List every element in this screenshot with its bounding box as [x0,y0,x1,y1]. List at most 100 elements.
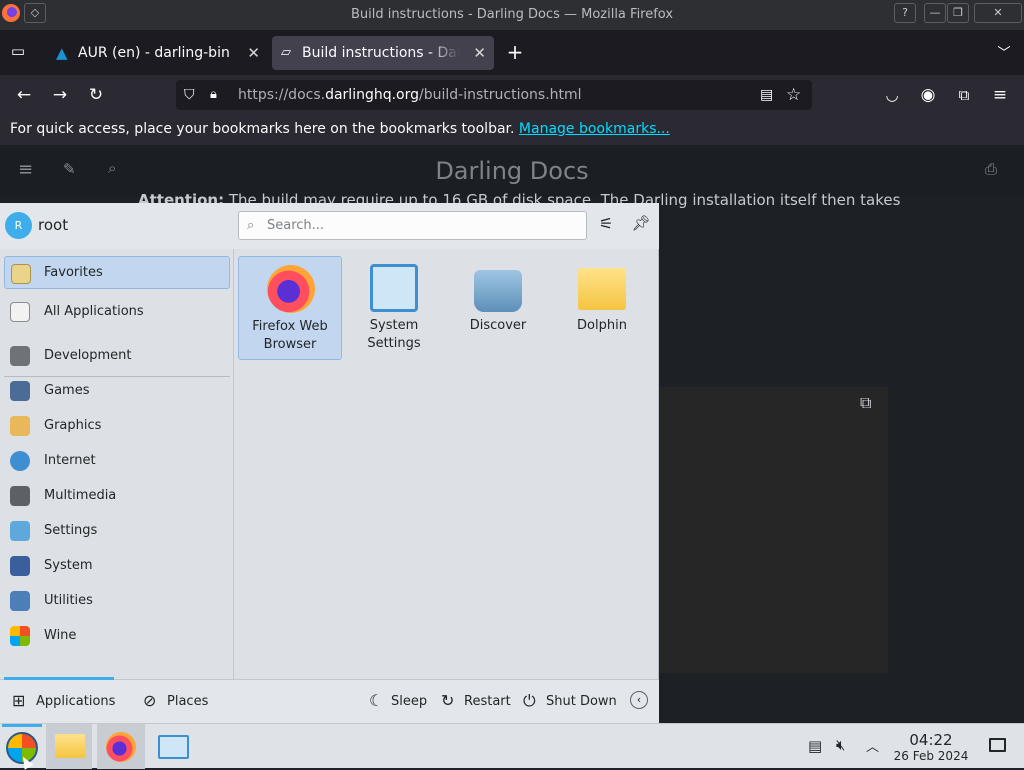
games-icon [10,381,30,401]
close-window-button[interactable]: ✕ [974,3,1022,23]
app-label: Dolphin [577,318,627,333]
extensions-icon[interactable]: ⧉ [953,85,975,105]
url-bar[interactable]: ⛉ 🔒︎ https://docs.darlinghq.org/build-in… [176,80,812,110]
discover-bag-icon [474,270,522,312]
category-utilities[interactable]: Utilities [4,584,230,617]
restore-button[interactable]: ❐ [947,3,969,23]
category-label: Favorites [44,265,103,280]
taskbar-firefox[interactable] [97,724,145,769]
copy-icon[interactable]: ⧉ [860,393,871,413]
bookmarks-message: For quick access, place your bookmarks h… [10,121,515,137]
category-system[interactable]: System [4,549,230,582]
category-wine[interactable]: Wine [4,619,230,652]
app-label: Discover [469,318,527,333]
forward-arrow-icon[interactable]: → [49,85,71,105]
applications-grid-icon: ⊞ [12,691,26,710]
print-icon[interactable]: ⎙ [985,160,997,178]
category-label: Internet [44,453,96,468]
show-desktop-icon[interactable] [989,738,1006,752]
tray-expand-chevron-icon[interactable]: ︿ [866,736,879,755]
tab-places[interactable]: Places [167,692,208,712]
volume-muted-icon[interactable]: 🔇︎ [836,736,845,754]
bookmarks-toolbar: For quick access, place your bookmarks h… [0,115,1024,145]
development-icon [10,346,30,366]
restart-icon: ↻ [441,691,455,710]
navigation-toolbar: ← → ↻ ⛉ 🔒︎ https://docs.darlinghq.org/bu… [0,75,1024,115]
settings-icon [10,521,30,541]
shutdown-button[interactable]: Shut Down [546,692,617,712]
tab-label: Build instructions - Darling Docs [302,45,460,61]
sleep-button[interactable]: Sleep [391,692,427,712]
digital-clock[interactable]: 04:22 26 Feb 2024 [888,732,974,764]
category-label: Graphics [44,418,102,433]
shield-icon[interactable]: ⛉ [184,80,195,110]
lock-icon[interactable]: 🔒︎ [210,80,217,110]
close-tab-icon[interactable]: ✕ [247,36,260,70]
hamburger-menu-icon[interactable]: ≡ [989,85,1011,105]
category-label: Wine [44,628,77,643]
tab-applications[interactable]: Applications [36,692,115,712]
clipboard-icon[interactable]: ▤ [808,737,822,755]
app-dolphin[interactable]: Dolphin [550,256,654,360]
category-games[interactable]: Games [4,374,230,407]
clock-date: 26 Feb 2024 [893,749,969,763]
reader-view-icon[interactable]: ▤ [760,80,773,110]
application-launcher: R root ⌕ Search... ⚟ 📌︎ Favorites All Ap… [0,203,659,723]
leave-chevron-icon[interactable]: ‹ [630,691,648,709]
category-label: Development [44,348,132,363]
category-graphics[interactable]: Graphics [4,409,230,442]
reload-icon[interactable]: ↻ [85,85,107,105]
arch-logo-icon: ▲ [56,44,68,62]
tab-aur[interactable]: ▲ AUR (en) - darling-bin ✕ [48,36,268,70]
taskbar-system-settings[interactable] [150,724,196,769]
manage-bookmarks-link[interactable]: Manage bookmarks... [519,121,670,137]
tab-build-instructions[interactable]: ▱ Build instructions - Darling Docs ✕ [272,36,494,70]
tab-bar: ▭ ▲ AUR (en) - darling-bin ✕ ▱ Build ins… [0,30,1024,75]
url-text: https://docs.darlinghq.org/build-instruc… [238,80,582,110]
new-tab-plus-icon[interactable]: + [505,40,525,64]
pin-icon[interactable]: 📌︎ [630,214,652,236]
category-multimedia[interactable]: Multimedia [4,479,230,512]
search-input[interactable]: ⌕ Search... [238,211,587,240]
favorites-icon [11,264,31,284]
list-tabs-chevron-icon[interactable]: ﹀ [994,42,1014,62]
taskbar-dolphin[interactable] [46,724,92,769]
firefox-view-button[interactable]: ▭ [8,42,28,62]
app-firefox[interactable]: Firefox Web Browser [238,256,342,360]
minimize-button[interactable]: — [924,3,946,23]
search-placeholder: Search... [267,218,325,233]
app-discover[interactable]: Discover [446,256,550,360]
all-applications-icon [10,302,30,322]
account-icon[interactable]: ◉ [917,85,939,105]
site-title: Darling Docs [435,157,589,185]
pocket-icon[interactable]: ◡ [881,85,903,105]
internet-globe-icon [10,451,30,471]
category-label: Games [44,383,90,398]
url-prefix: https://docs. [238,87,326,103]
category-settings[interactable]: Settings [4,514,230,547]
active-tab-indicator [4,677,114,680]
window-titlebar: ◇ Build instructions - Darling Docs — Mo… [0,0,1024,30]
multimedia-icon [10,486,30,506]
category-label: Multimedia [44,488,117,503]
username: root [38,216,69,234]
utilities-icon [10,591,30,611]
back-arrow-icon[interactable]: ← [13,85,35,105]
url-domain: darlinghq.org [325,87,420,103]
help-button[interactable]: ? [894,3,916,23]
app-label: System Settings [367,318,421,351]
app-system-settings[interactable]: System Settings [342,256,446,360]
category-development[interactable]: Development [4,339,230,372]
restart-button[interactable]: Restart [464,692,511,712]
code-block: ⧉ [650,387,888,673]
launcher-footer: ⊞ Applications ⊘ Places ☾ Sleep ↻ Restar… [0,677,659,723]
wine-icon [10,626,30,646]
bookmark-star-icon[interactable]: ☆ [786,80,801,110]
category-all-applications[interactable]: All Applications [4,295,230,328]
avatar[interactable]: R [5,212,32,239]
graphics-icon [10,416,30,436]
category-internet[interactable]: Internet [4,444,230,477]
configure-icon[interactable]: ⚟ [595,214,617,236]
category-favorites[interactable]: Favorites [4,256,230,289]
close-tab-icon[interactable]: ✕ [473,36,486,70]
